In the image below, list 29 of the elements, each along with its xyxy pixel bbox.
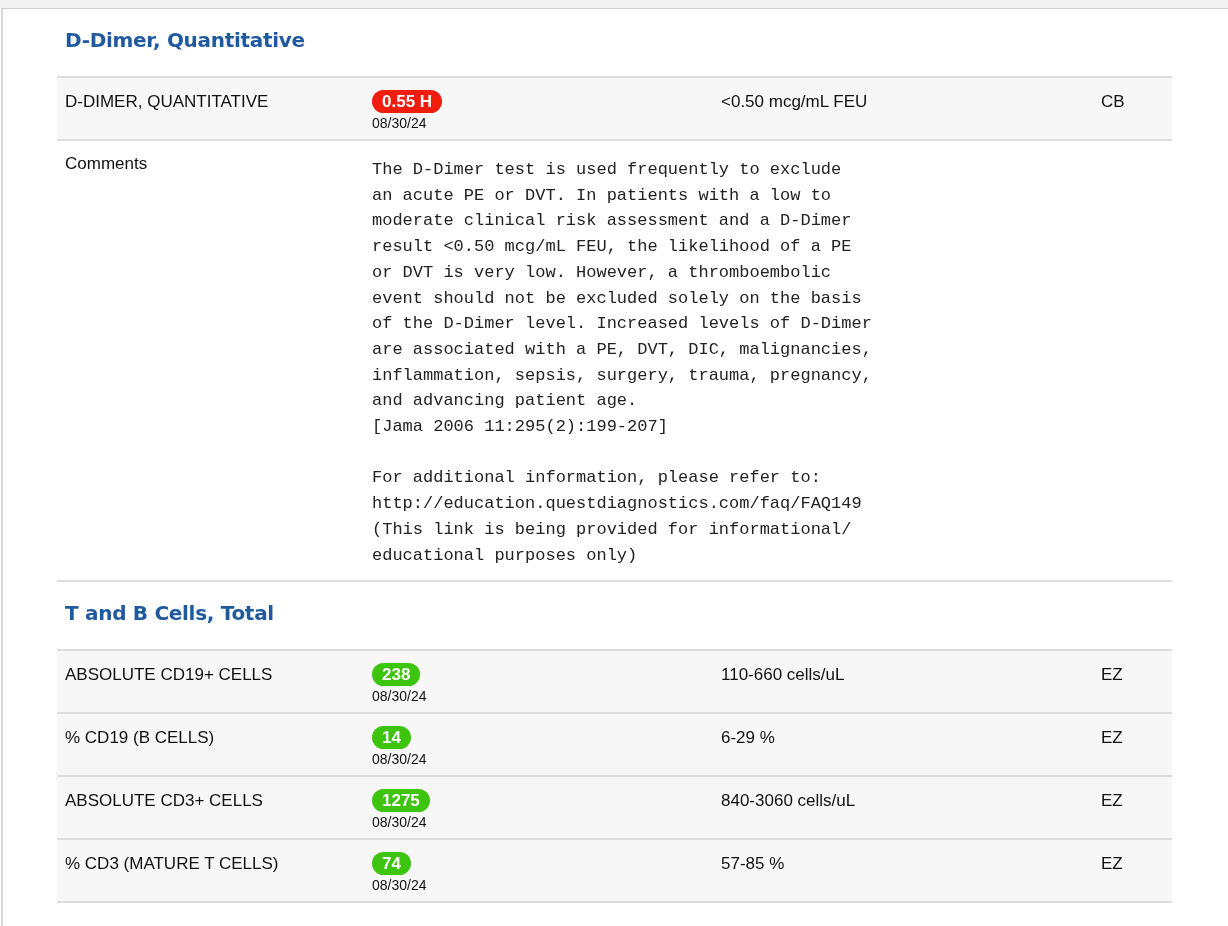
result-value: 14 xyxy=(372,726,411,750)
reference-range: 6-29 % xyxy=(721,727,776,750)
result-value: 0.55 H xyxy=(372,90,443,113)
test-name: % CD19 (B CELLS) xyxy=(65,727,216,750)
test-name: % CD3 (MATURE T CELLS) xyxy=(65,853,280,876)
section-heading: T and B Cells, Total xyxy=(64,600,275,628)
result-date: 08/30/24 xyxy=(372,877,428,894)
result-date: 08/30/24 xyxy=(372,688,428,705)
lab-code: EZ xyxy=(1101,853,1124,876)
lab-code: EZ xyxy=(1101,790,1124,813)
lab-code: EZ xyxy=(1101,727,1124,750)
lab-code: EZ xyxy=(1101,664,1124,687)
result-date: 08/30/24 xyxy=(372,115,428,131)
comments-label: Comments xyxy=(65,154,149,175)
result-date: 08/30/24 xyxy=(372,751,428,768)
result-value: 238 xyxy=(372,663,421,687)
reference-range: 110-660 cells/uL xyxy=(721,664,846,687)
test-name: ABSOLUTE CD3+ CELLS xyxy=(65,790,264,813)
result-value: 74 xyxy=(372,852,411,876)
reference-range: 57-85 % xyxy=(721,853,786,876)
comment-text: The D-Dimer test is used frequently to exclude an acute PE or DVT. In patients with a low to moderate clinical risk assessment and a D-Dimer result <0.50 mcg/mL FEU, the likelihood of a PE or DVT is very low. However, a thromboembolic event should not be excluded solely on the basis of the D-Dimer level. Increased levels of D-Dimer are associated with a PE, DVT, DIC, malignancies, inflammation, sepsis, surgery, trauma, pregnancy, and advancing patient age. [Jama 2006 11:295(2):199-207] For additional information, please refer to: http://education.questdiagnostics.com/faq/FAQ149 (This link is being provided for informational/ educational purposes only) xyxy=(372,159,873,567)
section-heading: D-Dimer, Quantitative xyxy=(64,27,306,54)
test-name: D-DIMER, QUANTITATIVE xyxy=(65,91,270,113)
lab-code: CB xyxy=(1101,91,1126,113)
result-value: 1275 xyxy=(372,789,430,813)
reference-range: <0.50 mcg/mL FEU xyxy=(721,91,869,113)
reference-range: 840-3060 cells/uL xyxy=(721,790,857,813)
result-date: 08/30/24 xyxy=(372,814,428,831)
test-name: ABSOLUTE CD19+ CELLS xyxy=(65,664,274,687)
